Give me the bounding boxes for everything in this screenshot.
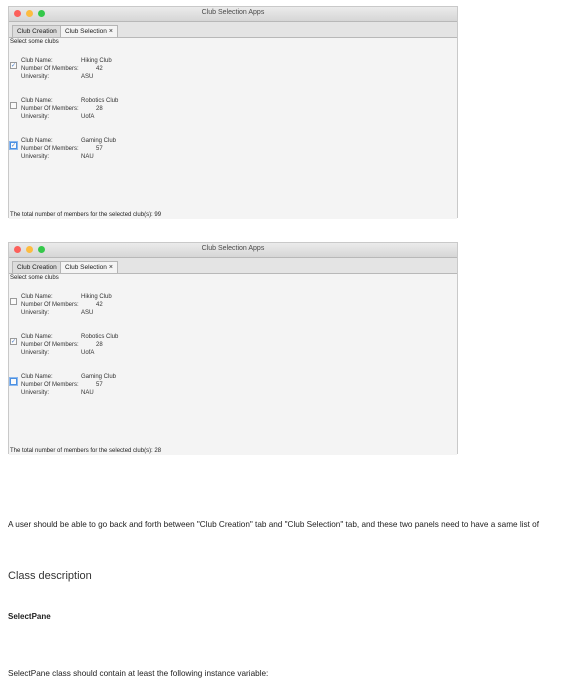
university-label: University: [21,350,50,356]
club-name-label: Club Name: [21,294,53,300]
tab-bar: Club Creation Club Selection × [9,22,457,38]
club-name-value: Gaming Club [81,374,117,380]
club-checkbox[interactable] [10,298,17,305]
class-name-heading: SelectPane [8,612,51,621]
club-item-robotics: ✓ Club Name: Robotics Club Number Of Mem… [9,332,309,358]
university-value: ASU [81,74,94,80]
title-bar[interactable]: Club Selection Apps [9,243,457,258]
members-value: 28 [96,342,103,348]
members-value: 42 [96,302,103,308]
tab-club-creation[interactable]: Club Creation [12,25,62,37]
club-item-gaming: ✓ Club Name: Gaming Club Number Of Membe… [9,136,309,162]
app-window-2: Club Selection Apps Club Creation Club S… [8,242,458,455]
members-label: Number Of Members: [21,302,79,308]
tab-label: Club Selection [65,28,107,35]
instruction-label: Select some clubs [10,39,59,45]
select-pane: Select some clubs ✓ Club Name: Hiking Cl… [9,38,457,219]
club-name-value: Robotics Club [81,98,119,104]
club-item-hiking: Club Name: Hiking Club Number Of Members… [9,292,309,318]
total-members-label: The total number of members for the sele… [10,448,162,454]
instruction-label: Select some clubs [10,275,59,281]
tab-club-selection[interactable]: Club Selection × [60,261,119,273]
members-value: 57 [96,382,103,388]
university-label: University: [21,74,50,80]
members-label: Number Of Members: [21,146,79,152]
club-name-label: Club Name: [21,58,53,64]
club-name-label: Club Name: [21,98,53,104]
total-members-label: The total number of members for the sele… [10,212,162,218]
club-name-label: Club Name: [21,374,53,380]
class-paragraph: SelectPane class should contain at least… [8,669,269,678]
select-pane: Select some clubs Club Name: Hiking Club… [9,274,457,455]
club-name-label: Club Name: [21,138,53,144]
club-checkbox[interactable]: ✓ [10,142,17,149]
club-checkbox[interactable] [10,102,17,109]
club-name-value: Hiking Club [81,294,112,300]
members-label: Number Of Members: [21,342,79,348]
university-value: NAU [81,390,94,396]
club-name-value: Gaming Club [81,138,117,144]
members-value: 57 [96,146,103,152]
window-title: Club Selection Apps [201,245,265,252]
tab-label: Club Creation [17,264,57,271]
tab-club-creation[interactable]: Club Creation [12,261,62,273]
university-value: UofA [81,350,95,356]
club-item-gaming: Club Name: Gaming Club Number Of Members… [9,372,309,398]
university-value: NAU [81,154,94,160]
members-value: 42 [96,66,103,72]
university-value: ASU [81,310,94,316]
university-value: UofA [81,114,95,120]
club-checkbox[interactable] [10,378,17,385]
tab-label: Club Creation [17,28,57,35]
title-bar[interactable]: Club Selection Apps [9,7,457,22]
window-title: Club Selection Apps [201,9,265,16]
club-checkbox[interactable]: ✓ [10,338,17,345]
members-label: Number Of Members: [21,66,79,72]
members-label: Number Of Members: [21,106,79,112]
club-item-robotics: Club Name: Robotics Club Number Of Membe… [9,96,309,122]
university-label: University: [21,390,50,396]
club-name-label: Club Name: [21,334,53,340]
members-label: Number Of Members: [21,382,79,388]
section-heading: Class description [8,570,92,582]
tab-close-icon[interactable]: × [109,264,113,271]
club-name-value: Hiking Club [81,58,112,64]
club-item-hiking: ✓ Club Name: Hiking Club Number Of Membe… [9,56,309,82]
university-label: University: [21,114,50,120]
members-value: 28 [96,106,103,112]
tab-close-icon[interactable]: × [109,28,113,35]
tab-bar: Club Creation Club Selection × [9,258,457,274]
club-name-value: Robotics Club [81,334,119,340]
club-checkbox[interactable]: ✓ [10,62,17,69]
tab-label: Club Selection [65,264,107,271]
app-window-1: Club Selection Apps Club Creation Club S… [8,6,458,219]
university-label: University: [21,310,50,316]
university-label: University: [21,154,50,160]
description-paragraph: A user should be able to go back and for… [8,520,539,529]
tab-club-selection[interactable]: Club Selection × [60,25,119,37]
